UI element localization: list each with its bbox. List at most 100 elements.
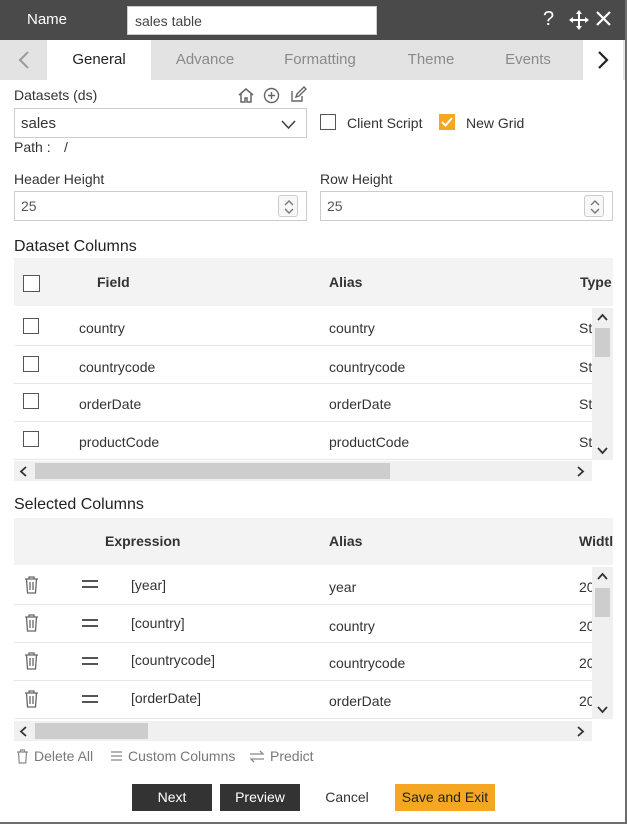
swap-arrows-icon xyxy=(249,750,265,762)
expression-cell: [year] xyxy=(131,577,167,593)
scroll-left-icon[interactable] xyxy=(19,726,27,737)
datasets-label: Datasets (ds) xyxy=(14,87,98,103)
table-row[interactable]: country country St xyxy=(14,308,592,346)
drag-handle-icon[interactable] xyxy=(81,579,99,589)
trash-icon[interactable] xyxy=(24,690,39,708)
row-height-value: 25 xyxy=(327,198,343,214)
delete-all-button[interactable]: Delete All xyxy=(16,748,93,764)
new-grid-checkbox[interactable] xyxy=(439,114,455,130)
scroll-right-icon[interactable] xyxy=(577,466,585,477)
expression-cell: [countrycode] xyxy=(131,652,216,668)
list-item[interactable]: [country] country 20 xyxy=(14,606,595,643)
table-row[interactable]: productCode productCode St xyxy=(14,423,592,460)
chevron-down-icon xyxy=(281,117,296,134)
row-height-input[interactable]: 25 xyxy=(320,191,613,221)
type-cell: St xyxy=(579,396,593,412)
help-icon[interactable]: ? xyxy=(543,8,554,30)
alias-cell: orderDate xyxy=(329,693,392,709)
tab-events[interactable]: Events xyxy=(480,40,576,80)
alias-column-header[interactable]: Alias xyxy=(329,533,362,549)
save-and-exit-button[interactable]: Save and Exit xyxy=(395,784,495,811)
type-cell: St xyxy=(579,320,593,336)
scroll-left-icon[interactable] xyxy=(19,466,27,477)
alias-cell: country xyxy=(329,618,375,634)
alias-cell: year xyxy=(329,579,357,595)
home-icon[interactable] xyxy=(237,87,255,107)
predict-label: Predict xyxy=(270,748,314,764)
predict-button[interactable]: Predict xyxy=(249,748,314,764)
cancel-button[interactable]: Cancel xyxy=(308,784,386,811)
edit-dataset-icon[interactable] xyxy=(289,86,307,107)
dataset-columns-header: Field Alias Type xyxy=(14,258,613,306)
field-cell: countrycode xyxy=(79,359,156,375)
scroll-down-icon[interactable] xyxy=(597,706,608,714)
header-height-input[interactable]: 25 xyxy=(14,191,307,221)
trash-icon[interactable] xyxy=(24,576,39,594)
drag-handle-icon[interactable] xyxy=(81,618,99,628)
scroll-down-icon[interactable] xyxy=(597,447,608,455)
table-row[interactable]: orderDate orderDate St xyxy=(14,385,592,422)
tab-general[interactable]: General xyxy=(47,40,151,80)
next-button[interactable]: Next xyxy=(132,784,212,811)
new-grid-label: New Grid xyxy=(466,115,525,131)
row-checkbox[interactable] xyxy=(23,318,39,334)
alias-cell: countrycode xyxy=(329,359,406,375)
properties-panel: Name ? General Advance Formatting Theme … xyxy=(0,0,627,824)
list-item[interactable]: [year] year 20 xyxy=(14,567,595,605)
move-icon[interactable] xyxy=(568,9,590,36)
dataset-select[interactable]: sales xyxy=(14,108,307,138)
row-checkbox[interactable] xyxy=(23,356,39,372)
tab-formatting[interactable]: Formatting xyxy=(265,40,375,80)
client-script-checkbox[interactable] xyxy=(320,114,336,130)
path-value: / xyxy=(64,139,68,155)
dataset-columns-vscrollbar[interactable] xyxy=(592,308,613,460)
type-cell: St xyxy=(579,359,593,375)
list-item[interactable]: [orderDate] orderDate 20 xyxy=(14,682,595,719)
hscroll-thumb[interactable] xyxy=(35,463,390,479)
dataset-columns-title: Dataset Columns xyxy=(14,238,137,255)
tabs-prev-icon[interactable] xyxy=(4,40,44,80)
dataset-columns-grid: Field Alias Type country country St coun… xyxy=(14,258,613,482)
row-checkbox[interactable] xyxy=(23,431,39,447)
scroll-up-icon[interactable] xyxy=(597,572,608,580)
header-height-stepper[interactable] xyxy=(278,195,298,217)
preview-button[interactable]: Preview xyxy=(220,784,300,811)
row-height-stepper[interactable] xyxy=(584,195,604,217)
field-column-header[interactable]: Field xyxy=(97,274,130,290)
width-column-header[interactable]: Widtl xyxy=(579,533,613,549)
dataset-columns-hscrollbar[interactable] xyxy=(14,461,592,481)
drag-handle-icon[interactable] xyxy=(81,656,99,666)
field-cell: orderDate xyxy=(79,396,142,412)
close-icon[interactable] xyxy=(595,10,612,32)
scroll-up-icon[interactable] xyxy=(597,313,608,321)
table-row[interactable]: countrycode countrycode St xyxy=(14,347,592,384)
add-dataset-icon[interactable] xyxy=(263,87,280,107)
row-height-label: Row Height xyxy=(320,171,393,187)
type-column-header[interactable]: Type xyxy=(580,274,612,290)
list-item[interactable]: [countrycode] countrycode 20 xyxy=(14,644,595,681)
custom-columns-button[interactable]: Custom Columns xyxy=(110,748,235,764)
trash-icon[interactable] xyxy=(24,614,39,632)
tabs-next-icon[interactable] xyxy=(583,40,623,80)
dataset-select-value: sales xyxy=(21,115,57,132)
delete-all-label: Delete All xyxy=(34,748,94,764)
vscroll-thumb[interactable] xyxy=(595,588,610,617)
row-checkbox[interactable] xyxy=(23,393,39,409)
hscroll-thumb[interactable] xyxy=(35,723,148,739)
selected-columns-grid: Expression Alias Widtl [year] year 20 [c… xyxy=(14,518,613,741)
name-input[interactable] xyxy=(127,6,377,35)
alias-column-header[interactable]: Alias xyxy=(329,274,362,290)
scroll-right-icon[interactable] xyxy=(577,726,585,737)
trash-icon[interactable] xyxy=(24,652,39,670)
field-cell: productCode xyxy=(79,434,160,450)
type-cell: St xyxy=(579,434,593,450)
expression-column-header[interactable]: Expression xyxy=(105,533,180,549)
selected-columns-vscrollbar[interactable] xyxy=(592,567,613,719)
tab-advance[interactable]: Advance xyxy=(155,40,255,80)
list-icon xyxy=(111,751,122,761)
tab-theme[interactable]: Theme xyxy=(385,40,477,80)
vscroll-thumb[interactable] xyxy=(595,328,610,357)
drag-handle-icon[interactable] xyxy=(81,694,99,704)
selected-columns-hscrollbar[interactable] xyxy=(14,721,592,741)
select-all-checkbox[interactable] xyxy=(23,275,40,292)
